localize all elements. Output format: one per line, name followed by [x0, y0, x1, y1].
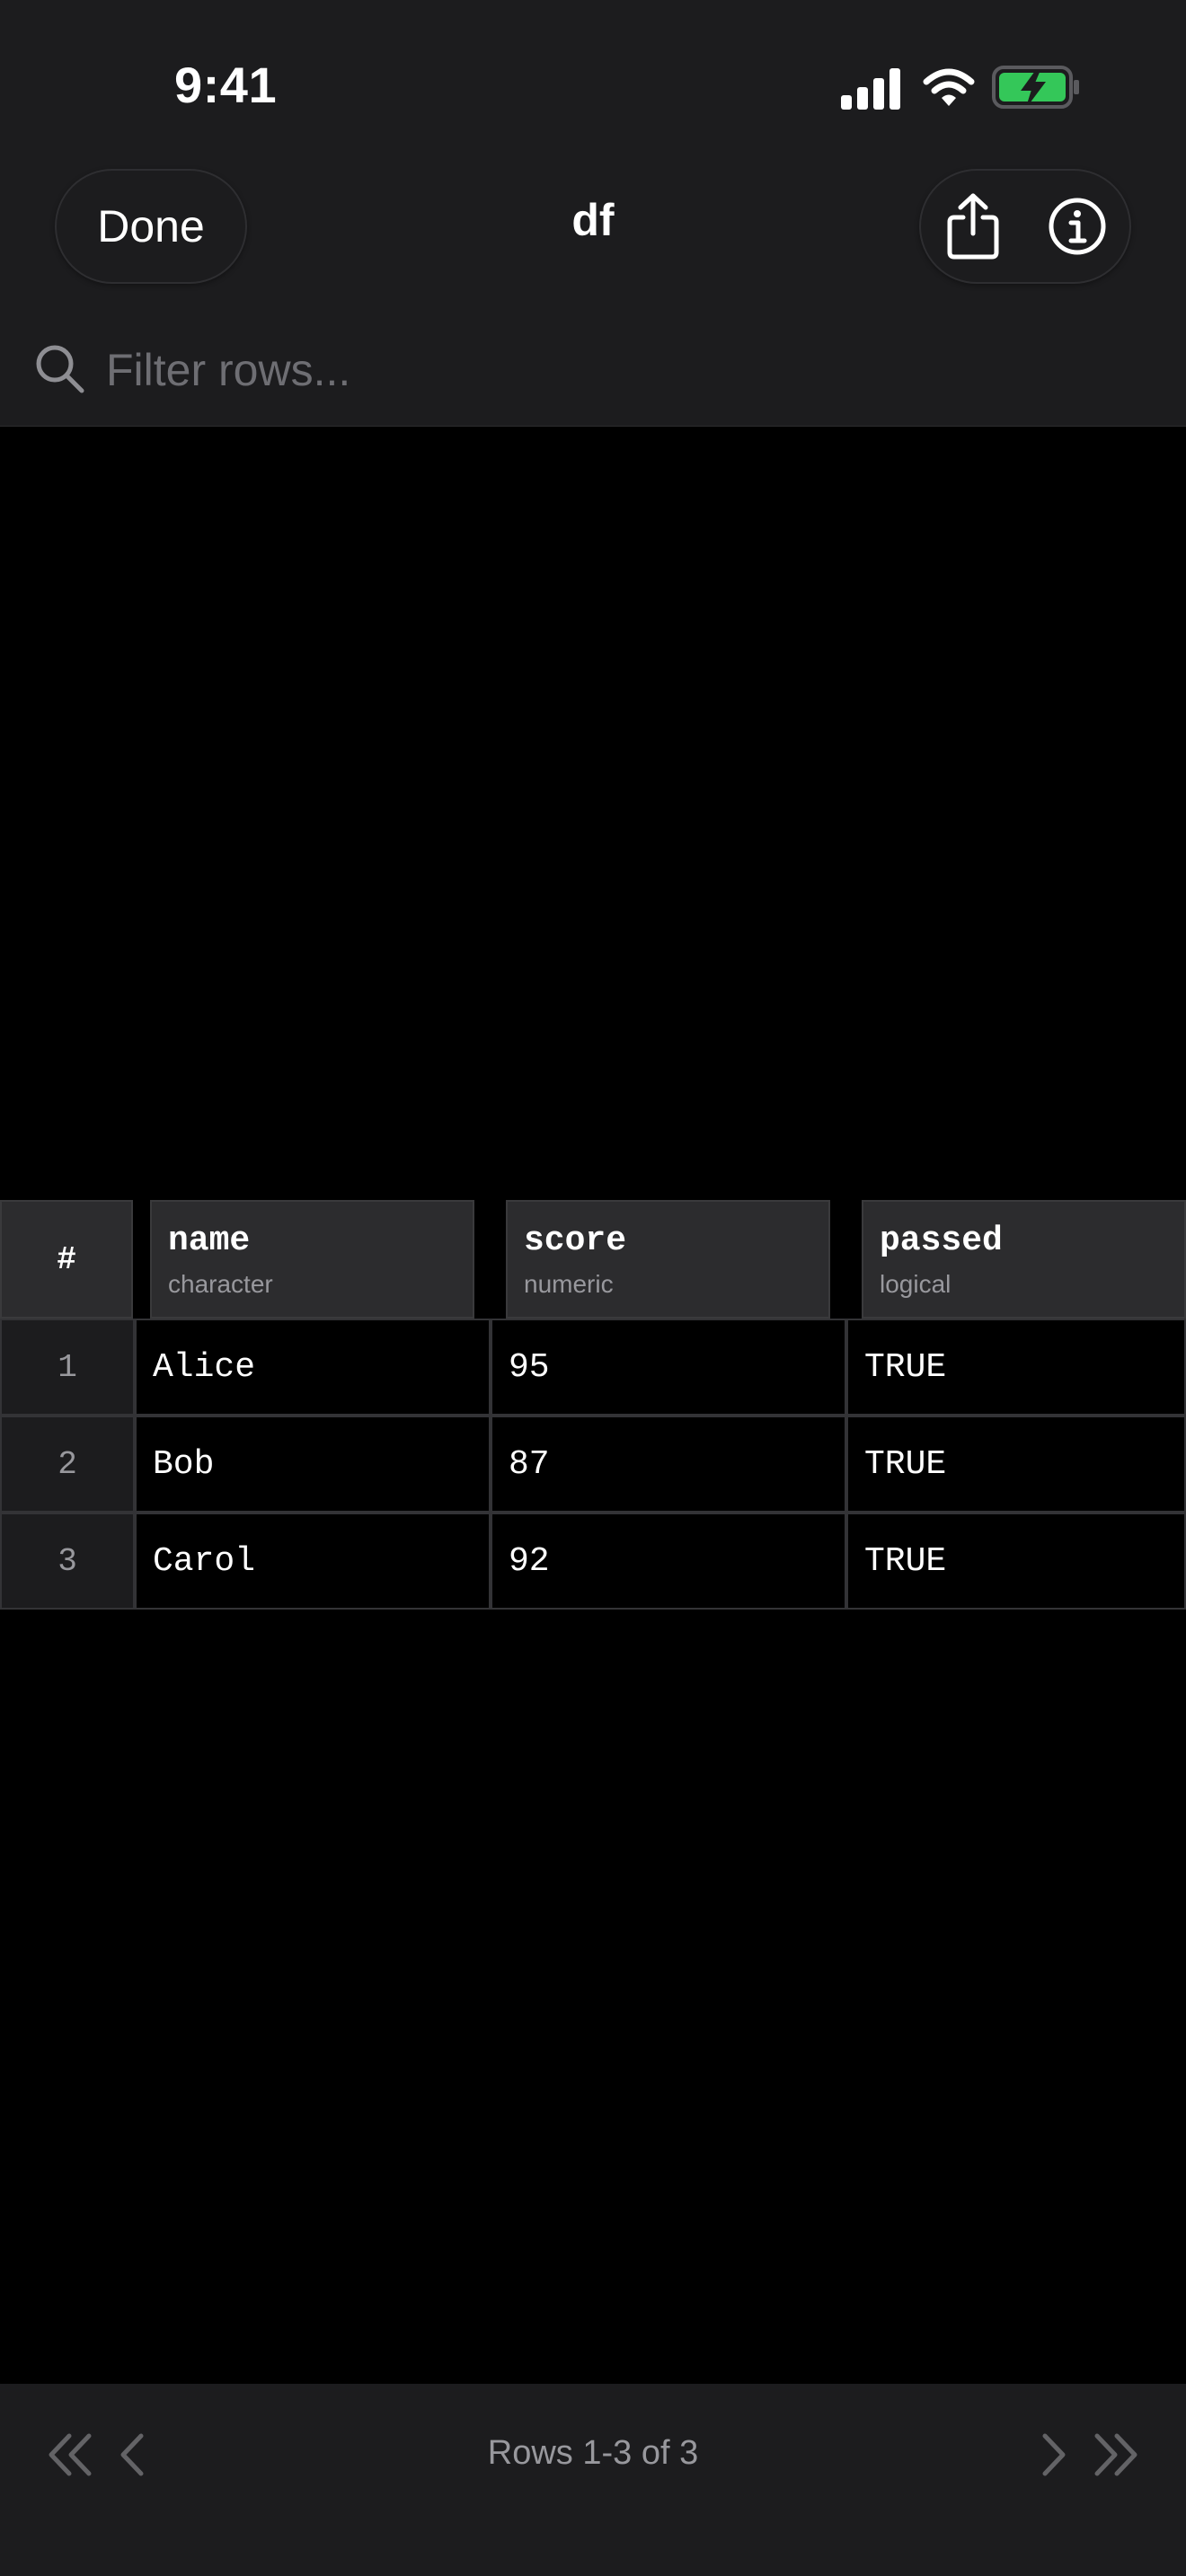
column-header-name[interactable]: name character — [150, 1200, 474, 1319]
column-header-passed[interactable]: passed logical — [862, 1200, 1186, 1319]
done-button[interactable]: Done — [55, 169, 247, 284]
table-cell[interactable]: Alice — [135, 1319, 491, 1416]
share-icon — [947, 193, 999, 260]
column-type: numeric — [524, 1270, 614, 1298]
top-chrome: 9:41 Done df — [0, 0, 1186, 427]
filter-rows-input[interactable] — [106, 334, 1139, 406]
column-name: score — [524, 1222, 627, 1260]
table-cell[interactable]: 92 — [491, 1513, 846, 1610]
first-page-icon — [49, 2433, 92, 2476]
last-page-button[interactable] — [1084, 2423, 1146, 2486]
last-page-icon — [1094, 2433, 1137, 2476]
cellular-signal-icon — [841, 68, 900, 110]
status-time: 9:41 — [174, 57, 278, 113]
table-cell[interactable]: TRUE — [846, 1513, 1186, 1610]
column-name: name — [168, 1222, 251, 1260]
table-cell[interactable]: TRUE — [846, 1416, 1186, 1513]
table-row[interactable]: 1 Alice 95 TRUE — [0, 1319, 1186, 1416]
nav-actions — [919, 169, 1131, 284]
wifi-icon — [923, 68, 975, 106]
row-index: 2 — [0, 1416, 135, 1513]
column-type: character — [168, 1270, 273, 1298]
table-cell[interactable]: 87 — [491, 1416, 846, 1513]
share-button[interactable] — [921, 171, 1025, 282]
previous-page-button[interactable] — [101, 2423, 164, 2486]
pagination-bar: Rows 1-3 of 3 — [0, 2384, 1186, 2576]
next-page-button[interactable] — [1022, 2423, 1085, 2486]
table-cell[interactable]: 95 — [491, 1319, 846, 1416]
table-row[interactable]: 3 Carol 92 TRUE — [0, 1513, 1186, 1610]
row-index: 3 — [0, 1513, 135, 1610]
column-header-score[interactable]: score numeric — [506, 1200, 830, 1319]
search-bar — [0, 323, 1186, 417]
info-button[interactable] — [1025, 171, 1129, 282]
status-icons — [839, 63, 1082, 113]
pagination-label: Rows 1-3 of 3 — [487, 2434, 699, 2472]
table-row[interactable]: 2 Bob 87 TRUE — [0, 1416, 1186, 1513]
info-icon — [1049, 198, 1106, 255]
column-name: passed — [880, 1222, 1003, 1260]
table-cell[interactable]: Carol — [135, 1513, 491, 1610]
index-column-header: # — [0, 1200, 133, 1319]
table-cell[interactable]: TRUE — [846, 1319, 1186, 1416]
previous-page-icon — [120, 2433, 144, 2476]
column-type: logical — [880, 1270, 951, 1298]
search-icon — [34, 343, 86, 395]
table-header-row: # name character score numeric passed lo… — [0, 1200, 1186, 1319]
row-index: 1 — [0, 1319, 135, 1416]
battery-charging-icon — [992, 66, 1079, 109]
table-cell[interactable]: Bob — [135, 1416, 491, 1513]
first-page-button[interactable] — [40, 2423, 102, 2486]
next-page-icon — [1042, 2433, 1066, 2476]
page-title: df — [571, 195, 615, 245]
